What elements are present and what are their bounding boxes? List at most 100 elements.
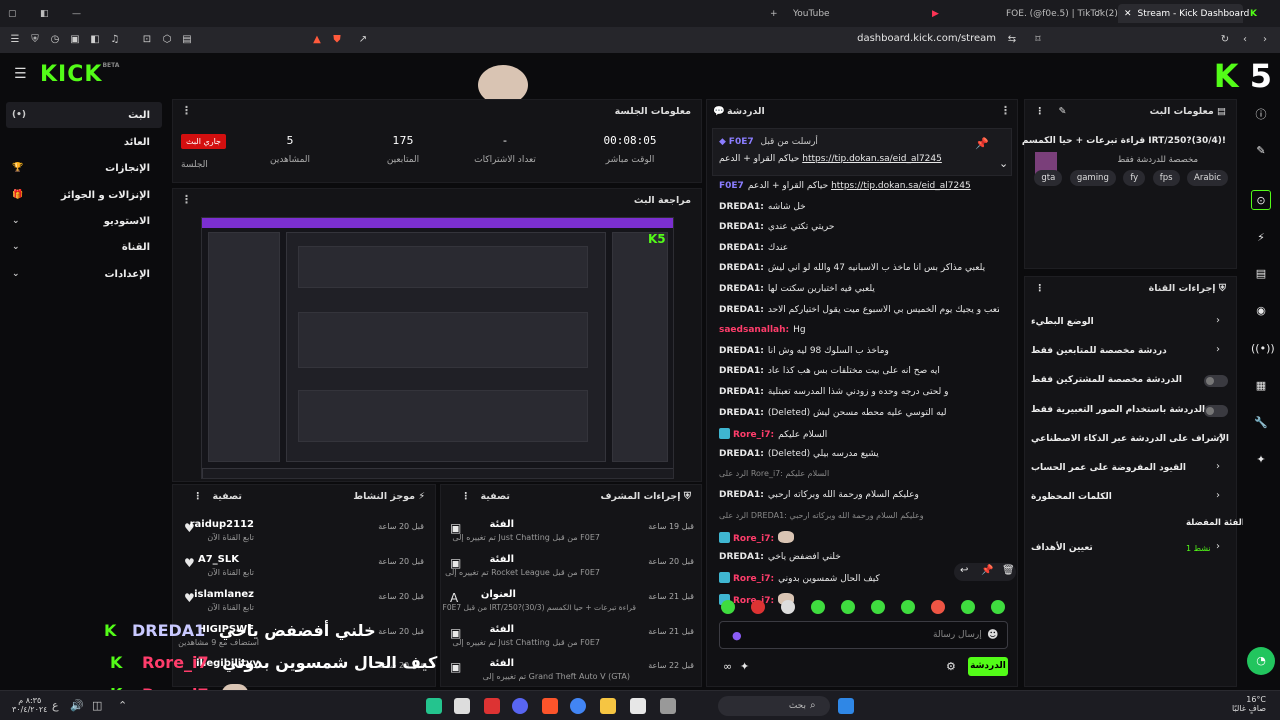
chat-message[interactable]: DREDA1: يلعبي فيه اختبارين سكتت لها	[719, 284, 999, 294]
chat-username[interactable]: DREDA1:	[719, 449, 764, 459]
emote-8[interactable]	[931, 600, 945, 614]
emote-5[interactable]	[841, 600, 855, 614]
chat-link[interactable]: https://tip.dokan.sa/eid_al7245	[831, 181, 971, 191]
chat-username[interactable]: Rore_i7:	[733, 574, 774, 584]
hamburger-icon[interactable]: ☰	[14, 66, 27, 82]
chat-message[interactable]: Rore_i7:	[719, 531, 999, 544]
speaker-icon[interactable]: 🔊	[70, 699, 84, 712]
weather-widget[interactable]: 16°C صافٍ غالبًا	[1232, 695, 1266, 713]
discord-icon[interactable]	[512, 698, 528, 714]
chat-username[interactable]: DREDA1:	[719, 490, 764, 500]
more-icon[interactable]: ⋮	[193, 491, 203, 502]
gear-icon[interactable]: ⚙	[946, 660, 956, 673]
chevron-right-icon[interactable]: ›	[1216, 490, 1220, 501]
window-icon[interactable]: ◧	[88, 33, 102, 47]
chat-input[interactable]: ● إرسال رسالة ☻	[719, 621, 1008, 649]
brave-rewards-icon[interactable]: ▲	[310, 33, 324, 47]
chat-username[interactable]: DREDA1:	[719, 284, 764, 294]
info-icon[interactable]: ⓘ	[1251, 105, 1271, 125]
more-icon[interactable]: ⋮	[461, 491, 471, 502]
clipboard-icon[interactable]: ▤	[1251, 264, 1271, 284]
app-icon-1[interactable]	[426, 698, 442, 714]
chat-username[interactable]: DREDA1:	[719, 408, 764, 418]
chat-message[interactable]: DREDA1: وماخذ ب السلوك 98 ليه وش انا	[719, 346, 999, 356]
chat-username[interactable]: Rore_i7:	[733, 534, 774, 544]
chat-message[interactable]: DREDA1: يلعبي مذاكر بس انا ماخذ ب الاسبان…	[719, 263, 999, 273]
emote-4[interactable]	[811, 600, 825, 614]
more-icon[interactable]: ⋮	[181, 193, 192, 206]
mod-filter-button[interactable]: تصفية	[481, 491, 510, 502]
nav-item-settings[interactable]: ⌄ الإعدادات	[6, 261, 162, 287]
forward-icon[interactable]: ›	[1258, 33, 1272, 47]
sidebar-menu-icon[interactable]: ☰	[8, 33, 22, 47]
store-icon[interactable]	[630, 698, 646, 714]
more-icon[interactable]: ⋮	[1035, 283, 1045, 294]
pin-icon[interactable]: 📌	[981, 565, 993, 576]
pin-icon[interactable]: 📌	[975, 137, 989, 150]
shield-icon[interactable]: ⛨	[28, 33, 42, 47]
close-tab-icon[interactable]: ✕	[1124, 9, 1132, 19]
chat-username[interactable]: DREDA1:	[719, 366, 764, 376]
emote-7[interactable]	[901, 600, 915, 614]
screenshot-icon[interactable]: ⊡	[140, 33, 154, 47]
tag[interactable]: gaming	[1069, 170, 1116, 186]
new-window-icon[interactable]: ◧	[40, 4, 49, 23]
edit-icon[interactable]: ✎	[1059, 106, 1067, 117]
wallet-icon[interactable]: ▣	[68, 33, 82, 47]
external-link-icon[interactable]: ↗	[1216, 432, 1224, 442]
support-chat-icon[interactable]: ◔	[1247, 647, 1275, 675]
bookmark-list-icon[interactable]: ▤	[180, 33, 194, 47]
activity-filter-button[interactable]: تصفية	[213, 491, 242, 502]
share-icon[interactable]: ↗	[356, 33, 370, 47]
chat-username[interactable]: saedsanallah:	[719, 325, 789, 335]
chat-message[interactable]: DREDA1:اسبوع كامل يتعب و يجيك يوم الخميس…	[719, 305, 999, 315]
nav-item-channel[interactable]: ⌄ القناة	[6, 234, 162, 260]
music-icon[interactable]: ♫	[108, 33, 122, 47]
target-icon[interactable]: ⊙	[1251, 190, 1271, 210]
grid-icon[interactable]: ▦	[1251, 376, 1271, 396]
app-icon-4[interactable]	[660, 698, 676, 714]
action-slow-mode[interactable]: الوضع البطيء	[1031, 317, 1094, 327]
action-followers-only[interactable]: دردشة مخصصة للمتابعين فقط	[1031, 346, 1167, 356]
chat-message[interactable]: F0E7 حياكم القراو + الدعم https://tip.dok…	[719, 181, 999, 191]
chat-username[interactable]: DREDA1:	[719, 387, 764, 397]
pinned-message[interactable]: ◆ F0E7 أرسلت من قبل حياكم القراو + الدعم…	[712, 128, 1012, 176]
chat-message[interactable]: saedsanallah: Hg	[719, 325, 999, 335]
emote-6[interactable]	[871, 600, 885, 614]
nav-item-revenue[interactable]: العائد	[6, 129, 162, 155]
chevron-right-icon[interactable]: ›	[1216, 315, 1220, 326]
sparkle-icon[interactable]: ✦	[1251, 450, 1271, 470]
mic-icon[interactable]: ●	[732, 629, 742, 642]
more-icon[interactable]: ⋮	[1000, 104, 1011, 117]
kick-logo[interactable]: KICKBETA	[40, 62, 119, 87]
chat-message[interactable]: DREDA1: حريتي تكتي عندي	[719, 222, 999, 232]
chat-message[interactable]: DREDA1: (Deleted) يشيع مدرسه بيلي	[719, 449, 999, 459]
more-icon[interactable]: ⋮	[181, 104, 192, 117]
tag[interactable]: Arabic	[1187, 170, 1228, 186]
pinned-link[interactable]: https://tip.dokan.sa/eid_al7245	[802, 154, 942, 164]
tab-kick-dashboard[interactable]: ✕ Stream - Kick Dashboard	[1118, 4, 1249, 23]
app-icon-3[interactable]	[484, 698, 500, 714]
tab-youtube[interactable]: YouTube	[793, 4, 830, 23]
favorite-category[interactable]: الفئة المفضلة	[1186, 518, 1245, 528]
file-explorer-icon[interactable]	[600, 698, 616, 714]
chat-username[interactable]: F0E7	[719, 181, 744, 191]
action-banned-words[interactable]: الكلمات المحظورة	[1031, 492, 1112, 502]
emote-2[interactable]	[751, 600, 765, 614]
broadcast-icon[interactable]: ((•))	[1251, 339, 1275, 359]
emote-10[interactable]	[991, 600, 1005, 614]
subscribers-only-toggle[interactable]	[1204, 375, 1228, 387]
emote-1[interactable]	[721, 600, 735, 614]
network-icon[interactable]: ◫	[92, 699, 102, 712]
action-set-goals[interactable]: تعيين الأهداف	[1031, 543, 1093, 553]
chat-username[interactable]: DREDA1:	[719, 346, 764, 356]
new-tab-button[interactable]: +	[770, 4, 778, 23]
infinity-icon[interactable]: ∞	[723, 660, 732, 673]
tray-icons[interactable]: ⌃	[118, 699, 127, 712]
sparkle-icon[interactable]: ✦	[740, 660, 749, 673]
chat-message[interactable]: DREDA1: وعليكم السلام ورحمة الله وبركاته …	[719, 490, 999, 500]
chat-username[interactable]: DREDA1:	[719, 222, 764, 232]
stream-preview-video[interactable]: K5	[201, 217, 674, 479]
back-icon[interactable]: ‹	[1238, 33, 1252, 47]
language-icon[interactable]: ع	[52, 699, 59, 712]
